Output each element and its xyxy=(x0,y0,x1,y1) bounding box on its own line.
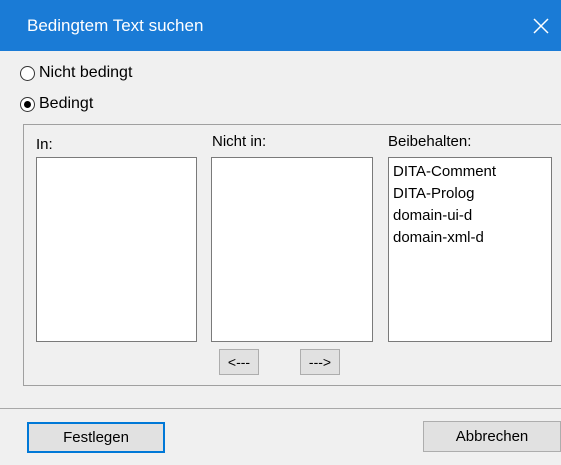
dialog-window: Bedingtem Text suchen Nicht bedingt Bedi… xyxy=(0,0,561,465)
move-right-button[interactable]: ---> xyxy=(300,349,340,375)
list-item[interactable]: domain-ui-d xyxy=(389,205,551,227)
close-button[interactable] xyxy=(521,0,561,51)
radio-conditional[interactable]: Bedingt xyxy=(20,93,93,115)
radio-conditional-label: Bedingt xyxy=(39,95,94,112)
radio-circle-checked[interactable] xyxy=(20,96,35,112)
move-left-button[interactable]: <--- xyxy=(219,349,259,375)
window-title: Bedingtem Text suchen xyxy=(27,16,204,35)
list-item[interactable]: DITA-Comment xyxy=(389,161,551,183)
title-bar: Bedingtem Text suchen xyxy=(0,0,561,51)
list-item[interactable]: domain-xml-d xyxy=(389,227,551,249)
list-item[interactable]: DITA-Prolog xyxy=(389,183,551,205)
in-label: In: xyxy=(36,136,53,153)
keep-label: Beibehalten: xyxy=(388,133,472,150)
not-in-listbox[interactable] xyxy=(211,157,373,342)
radio-circle[interactable] xyxy=(20,65,35,81)
not-in-label: Nicht in: xyxy=(212,133,267,150)
close-icon xyxy=(533,17,549,34)
radio-not-conditional-label: Nicht bedingt xyxy=(39,64,133,81)
cancel-button[interactable]: Abbrechen xyxy=(423,421,561,452)
set-button[interactable]: Festlegen xyxy=(27,422,165,453)
keep-listbox[interactable]: DITA-Comment DITA-Prolog domain-ui-d dom… xyxy=(388,157,552,342)
in-listbox[interactable] xyxy=(36,157,197,342)
footer-divider xyxy=(0,408,561,409)
radio-not-conditional[interactable]: Nicht bedingt xyxy=(20,62,132,84)
